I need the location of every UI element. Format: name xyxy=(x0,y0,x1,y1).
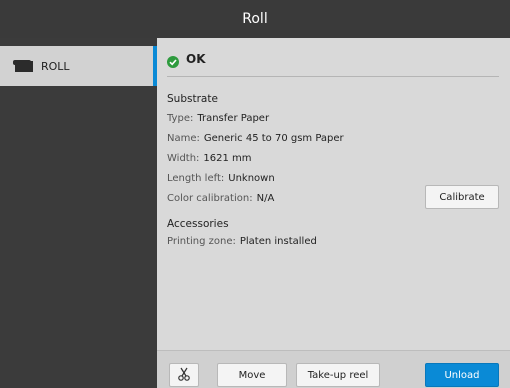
sidebar-item-roll[interactable]: ROLL xyxy=(0,46,157,86)
window-title: Roll xyxy=(242,11,268,27)
check-circle-icon xyxy=(167,53,179,68)
divider xyxy=(167,76,499,77)
type-value: Transfer Paper xyxy=(197,113,270,124)
roll-details-panel: OK Substrate Type: Transfer Paper Name: Ge… xyxy=(157,38,510,350)
name-label: Name: xyxy=(167,133,200,144)
color-calibration-label: Color calibration: xyxy=(167,193,253,204)
length-row: Length left: Unknown xyxy=(167,173,275,184)
name-value: Generic 45 to 70 gsm Paper xyxy=(203,133,344,144)
printing-zone-row: Printing zone: Platen installed xyxy=(167,236,317,247)
accessories-heading: Accessories xyxy=(167,218,229,230)
type-row: Type: Transfer Paper xyxy=(167,113,269,124)
scissors-icon xyxy=(177,367,191,384)
sidebar-item-label: ROLL xyxy=(41,59,70,73)
status-text: OK xyxy=(186,52,206,66)
calibrate-button[interactable]: Calibrate xyxy=(425,185,499,209)
printing-zone-label: Printing zone: xyxy=(167,236,236,247)
unload-button[interactable]: Unload xyxy=(425,363,499,387)
type-label: Type: xyxy=(167,113,194,124)
name-row: Name: Generic 45 to 70 gsm Paper xyxy=(167,133,344,144)
printing-zone-value: Platen installed xyxy=(239,236,317,247)
substrate-heading: Substrate xyxy=(167,93,218,105)
status-row: OK xyxy=(167,52,206,68)
length-label: Length left: xyxy=(167,173,225,184)
cut-button[interactable] xyxy=(169,363,199,387)
width-value: 1621 mm xyxy=(203,153,252,164)
take-up-reel-button[interactable]: Take-up reel xyxy=(296,363,380,387)
title-bar: Roll xyxy=(0,0,510,38)
length-value: Unknown xyxy=(228,173,275,184)
color-calibration-row: Color calibration: N/A xyxy=(167,193,274,204)
width-label: Width: xyxy=(167,153,200,164)
bottom-action-bar: Move Take-up reel Unload xyxy=(157,350,510,388)
sidebar: ROLL xyxy=(0,38,157,388)
width-row: Width: 1621 mm xyxy=(167,153,252,164)
roll-icon xyxy=(12,58,34,74)
color-calibration-value: N/A xyxy=(256,193,275,204)
move-button[interactable]: Move xyxy=(217,363,287,387)
